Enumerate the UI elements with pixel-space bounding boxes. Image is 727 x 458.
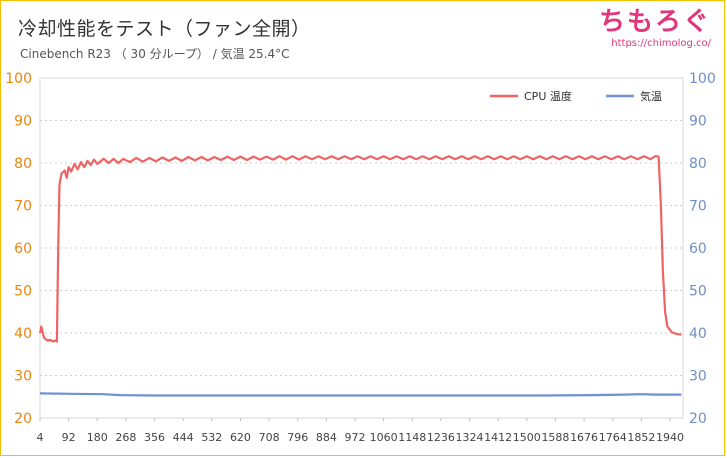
x-tick-label: 1588 [541,431,569,444]
x-tick-label: 1764 [599,431,627,444]
y-tick-label-left: 20 [14,411,32,427]
x-tick-label: 1236 [427,431,455,444]
x-tick-label: 620 [230,431,251,444]
series-line-ambient-temperature [39,392,682,397]
y-tick-label-right: 100 [689,71,716,87]
x-tick-label: 1148 [398,431,426,444]
y-tick-label-left: 100 [5,71,32,87]
x-tick-label: 884 [316,431,337,444]
x-tick-label: 1412 [484,431,512,444]
y-tick-label-left: 80 [14,156,32,172]
x-tick-label: 4 [37,431,44,444]
x-tick-label: 356 [144,431,165,444]
y-tick-label-right: 70 [689,199,707,215]
series-line-cpu-temperature [38,155,682,343]
x-tick-label: 1500 [513,431,541,444]
y-tick-label-left: 40 [14,326,32,342]
x-tick-label: 532 [201,431,222,444]
x-tick-label: 1852 [627,431,655,444]
legend-label: 気温 [640,89,662,103]
x-tick-label: 1940 [656,431,684,444]
y-tick-label-left: 30 [14,369,32,385]
y-tick-label-right: 40 [689,326,707,342]
y-tick-label-right: 60 [689,241,707,257]
y-tick-label-right: 50 [689,284,707,300]
y-tick-label-right: 30 [689,369,707,385]
y-tick-label-right: 80 [689,156,707,172]
y-tick-label-left: 70 [14,199,32,215]
y-tick-label-right: 20 [689,411,707,427]
x-tick-label: 268 [115,431,136,444]
x-tick-label: 180 [87,431,108,444]
x-tick-label: 1060 [370,431,398,444]
y-tick-label-left: 90 [14,114,32,130]
x-tick-label: 796 [287,431,308,444]
x-tick-label: 1324 [456,431,484,444]
line-chart: 20 20 30 30 40 40 50 50 60 60 70 70 80 80 90 90 100 100 4 9… [5,71,716,444]
legend-label: CPU 温度 [524,89,572,103]
y-tick-label-left: 60 [14,241,32,257]
y-tick-label-right: 90 [689,114,707,130]
x-tick-label: 1676 [570,431,598,444]
x-tick-label: 972 [344,431,365,444]
x-tick-label: 92 [62,431,76,444]
y-tick-label-left: 50 [14,284,32,300]
x-tick-label: 444 [173,431,194,444]
x-tick-label: 708 [259,431,280,444]
